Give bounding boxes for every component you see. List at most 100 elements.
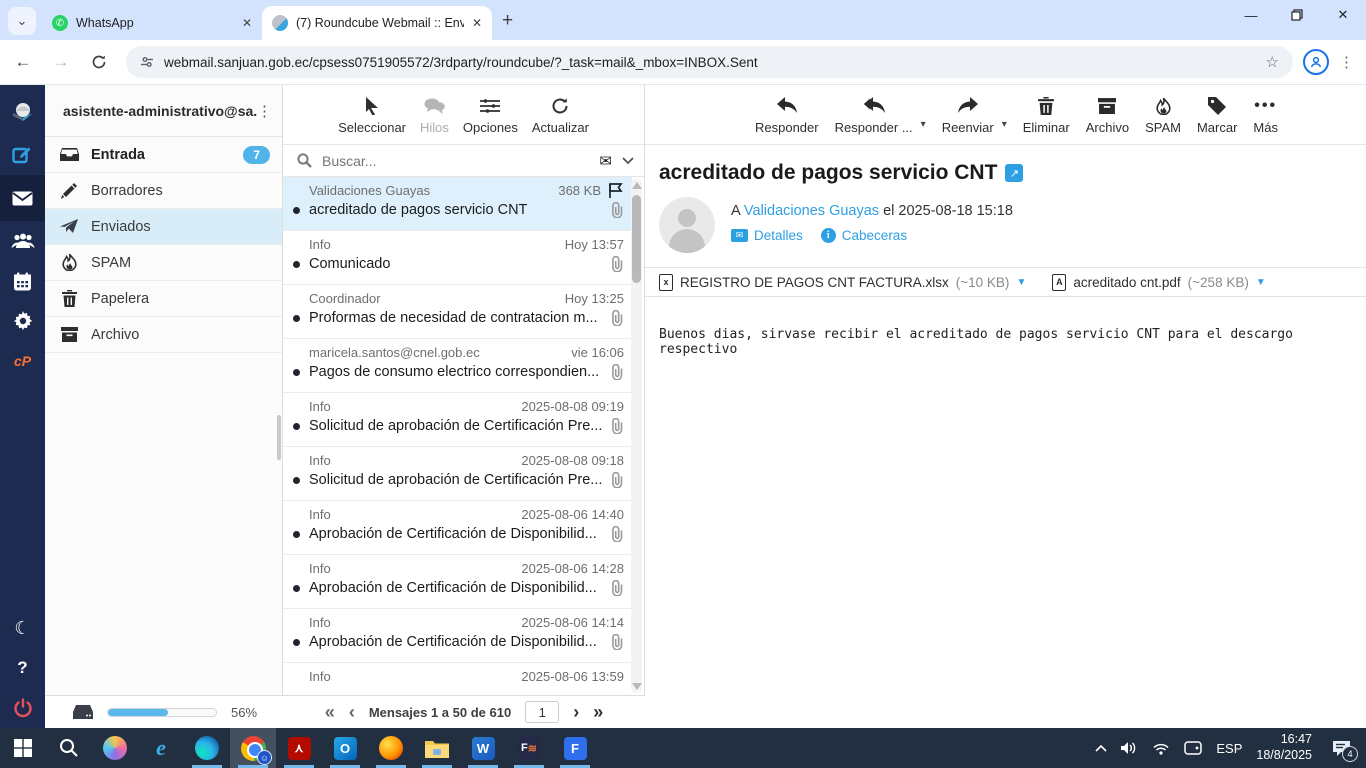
attachment-xlsx[interactable]: x REGISTRO DE PAGOS CNT FACTURA.xlsx (~1… [659, 273, 1026, 291]
tab-search-button[interactable]: ⌄ [8, 7, 36, 35]
archive-button[interactable]: Archivo [1086, 91, 1129, 135]
reload-icon[interactable] [84, 47, 114, 77]
message-row[interactable]: Info 2025-08-06 14:40 Aprobación de Certi… [283, 501, 632, 555]
reply-button[interactable]: Responder [755, 91, 819, 135]
outlook-icon[interactable]: O [322, 728, 368, 768]
threads-button[interactable]: Hilos [420, 91, 449, 135]
close-tab-icon[interactable]: ✕ [472, 16, 482, 30]
logout-power-icon[interactable] [0, 688, 45, 728]
list-scrollbar[interactable] [631, 179, 642, 693]
copilot-icon[interactable] [92, 728, 138, 768]
flag-icon[interactable] [609, 183, 624, 198]
tray-chevron-up-icon[interactable] [1095, 744, 1107, 752]
open-in-new-window-icon[interactable]: ↗ [1005, 164, 1024, 182]
help-icon[interactable]: ? [0, 648, 45, 688]
profile-avatar-icon[interactable] [1303, 49, 1329, 75]
message-row[interactable]: Coordinador Hoy 13:25 Proformas de necesi… [283, 285, 632, 339]
more-button[interactable]: ••• Más [1253, 91, 1278, 135]
forward-icon[interactable]: → [46, 47, 76, 77]
cpanel-icon[interactable]: cP [0, 341, 45, 381]
folder-spam[interactable]: SPAM [45, 245, 282, 281]
word-icon[interactable]: W [460, 728, 506, 768]
contacts-icon[interactable] [0, 221, 45, 261]
address-bar[interactable]: webmail.sanjuan.gob.ec/cpsess0751905572/… [126, 46, 1293, 78]
message-row[interactable]: Info 2025-08-08 09:18 Solicitud de aproba… [283, 447, 632, 501]
edge-icon[interactable] [184, 728, 230, 768]
message-row[interactable]: Info 2025-08-06 14:14 Aprobación de Certi… [283, 609, 632, 663]
message-row[interactable]: Info Hoy 13:57 Comunicado [283, 231, 632, 285]
scroll-down-icon[interactable] [632, 683, 642, 690]
page-number-input[interactable] [525, 701, 560, 723]
app-f-icon[interactable]: F [552, 728, 598, 768]
message-row[interactable]: Info 2025-08-06 14:28 Aprobación de Certi… [283, 555, 632, 609]
folder-entrada[interactable]: Entrada 7 [45, 137, 282, 173]
taskbar-search-button[interactable] [46, 728, 92, 768]
site-info-icon[interactable] [140, 55, 154, 69]
restore-button[interactable] [1274, 0, 1320, 30]
compose-icon[interactable] [0, 135, 45, 175]
forward-caret-icon[interactable]: ▾ [1002, 119, 1007, 130]
folder-enviados[interactable]: Enviados [45, 209, 282, 245]
settings-gear-icon[interactable] [0, 301, 45, 341]
firefox-icon[interactable] [368, 728, 414, 768]
spam-button[interactable]: SPAM [1145, 91, 1181, 135]
back-icon[interactable]: ← [8, 47, 38, 77]
volume-icon[interactable] [1121, 741, 1138, 755]
browser-menu-icon[interactable]: ⋮ [1339, 53, 1354, 71]
app-fs-icon[interactable]: F ≋ [506, 728, 552, 768]
message-row[interactable]: Info 2025-08-06 13:59 [283, 663, 632, 695]
tab-roundcube[interactable]: (7) Roundcube Webmail :: Envia ✕ [262, 6, 492, 40]
next-page-icon[interactable]: › [573, 702, 579, 723]
last-page-icon[interactable]: » [593, 702, 603, 723]
attachment-menu-caret-icon[interactable]: ▼ [1016, 277, 1026, 288]
attachment-menu-caret-icon[interactable]: ▼ [1256, 277, 1266, 288]
file-explorer-icon[interactable] [414, 728, 460, 768]
language-indicator[interactable]: ESP [1216, 741, 1242, 756]
search-scope-envelope-icon[interactable]: ✉ [599, 152, 612, 170]
first-page-icon[interactable]: « [325, 702, 335, 723]
message-row[interactable]: Validaciones Guayas 368 KB acreditado de … [283, 177, 632, 231]
mark-button[interactable]: Marcar [1197, 91, 1237, 135]
start-button[interactable] [0, 728, 46, 768]
tab-whatsapp[interactable]: ✆ WhatsApp ✕ [42, 6, 262, 40]
new-tab-button[interactable]: + [502, 10, 513, 32]
bookmark-star-icon[interactable]: ☆ [1266, 53, 1279, 71]
select-button[interactable]: Seleccionar [338, 91, 406, 135]
folder-scrollbar[interactable] [277, 415, 281, 460]
options-button[interactable]: Opciones [463, 91, 518, 135]
mail-nav-icon[interactable] [0, 175, 45, 221]
previous-page-icon[interactable]: ‹ [349, 702, 355, 723]
scroll-up-icon[interactable] [632, 182, 642, 189]
recipient-link[interactable]: Validaciones Guayas [744, 203, 879, 219]
forward-button[interactable]: Reenviar [942, 91, 994, 135]
search-input[interactable] [322, 152, 600, 169]
close-window-button[interactable]: ✕ [1320, 0, 1366, 30]
dark-mode-moon-icon[interactable]: ☾ [0, 608, 45, 648]
refresh-button[interactable]: Actualizar [532, 91, 589, 135]
account-menu-icon[interactable]: ⋮ [257, 102, 272, 120]
action-center-icon[interactable]: 4 [1326, 733, 1358, 763]
folder-papelera[interactable]: Papelera [45, 281, 282, 317]
delete-button[interactable]: Eliminar [1023, 91, 1070, 135]
reply-all-button[interactable]: Responder ... [835, 91, 913, 135]
close-tab-icon[interactable]: ✕ [242, 16, 252, 30]
wifi-icon[interactable] [1152, 742, 1170, 755]
minimize-button[interactable]: — [1228, 0, 1274, 30]
internet-explorer-icon[interactable]: e [138, 728, 184, 768]
folder-borradores[interactable]: Borradores [45, 173, 282, 209]
reply-all-caret-icon[interactable]: ▾ [921, 119, 926, 130]
taskbar-clock[interactable]: 16:47 18/8/2025 [1256, 732, 1312, 763]
folder-archivo[interactable]: Archivo [45, 317, 282, 353]
message-row[interactable]: Info 2025-08-08 09:19 Solicitud de aproba… [283, 393, 632, 447]
chrome-icon[interactable]: ☺ [230, 728, 276, 768]
search-bar[interactable]: ✉ [283, 145, 644, 177]
message-row[interactable]: maricela.santos@cnel.gob.ec vie 16:06 Pag… [283, 339, 632, 393]
scrollbar-thumb[interactable] [632, 195, 641, 283]
attachment-pdf[interactable]: A acreditado cnt.pdf (~258 KB) ▼ [1052, 273, 1266, 291]
calendar-icon[interactable] [0, 261, 45, 301]
search-options-chevron-icon[interactable] [622, 156, 634, 165]
details-toggle[interactable]: ✉ Detalles [731, 228, 803, 243]
cast-icon[interactable] [1184, 741, 1203, 755]
headers-toggle[interactable]: i Cabeceras [820, 228, 907, 243]
acrobat-icon[interactable]: ⋏ [276, 728, 322, 768]
